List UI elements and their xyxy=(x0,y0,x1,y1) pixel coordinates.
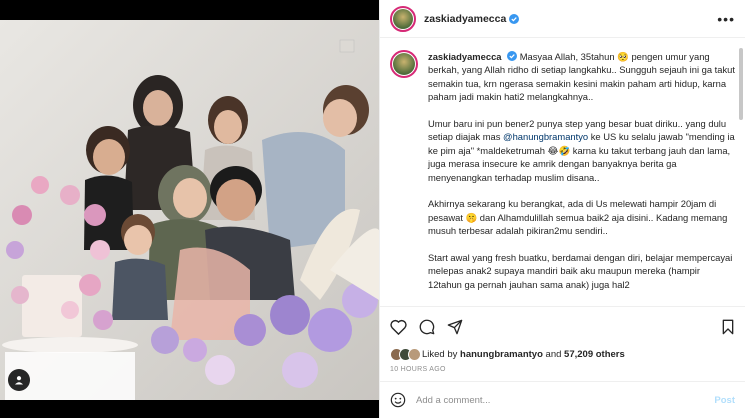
likes-prefix: Liked by xyxy=(422,348,458,360)
verified-icon xyxy=(509,13,520,24)
avatar[interactable] xyxy=(390,5,416,32)
likes-count-link[interactable]: 57,209 others xyxy=(564,349,625,360)
post-photo[interactable] xyxy=(0,0,379,418)
comment-input[interactable] xyxy=(416,394,715,406)
comment-icon[interactable] xyxy=(419,319,435,335)
action-bar xyxy=(380,306,745,346)
comment-box: Post xyxy=(380,381,745,418)
post-panel: zaskiadyamecca ••• zaskiadyamecca Masyaa… xyxy=(379,0,745,418)
likes-row: Liked by hanungbramantyo and 57,209 othe… xyxy=(380,346,745,362)
verified-icon xyxy=(507,51,518,61)
liker-avatars[interactable] xyxy=(390,347,421,361)
post-view: zaskiadyamecca ••• zaskiadyamecca Masyaa… xyxy=(0,0,745,418)
family-photo-illustration xyxy=(0,0,379,418)
caption-area[interactable]: zaskiadyamecca Masyaa Allah, 35tahun 🥺 p… xyxy=(380,38,745,306)
caption-username[interactable]: zaskiadyamecca xyxy=(428,51,502,62)
more-horizontal-icon[interactable]: ••• xyxy=(717,11,735,27)
post-timestamp[interactable]: 10 HOURS AGO xyxy=(380,362,745,381)
caption-paragraph-4: Start awal yang fresh buatku, berdamai d… xyxy=(428,252,733,290)
username-link[interactable]: zaskiadyamecca xyxy=(424,13,506,25)
user-tag-icon[interactable] xyxy=(8,369,30,391)
emoji-icon[interactable] xyxy=(390,392,406,408)
post-header: zaskiadyamecca ••• xyxy=(380,0,745,38)
likes-joiner: and xyxy=(545,348,562,360)
like-icon[interactable] xyxy=(390,319,407,335)
liker-username-link[interactable]: hanungbramantyo xyxy=(460,349,543,360)
caption-text: zaskiadyamecca Masyaa Allah, 35tahun 🥺 p… xyxy=(428,50,735,305)
share-icon[interactable] xyxy=(447,319,463,335)
save-icon[interactable] xyxy=(721,319,735,335)
caption-paragraph-3: Akhirnya sekarang ku berangkat, ada di U… xyxy=(428,198,728,237)
caption-avatar[interactable] xyxy=(390,50,418,78)
scrollbar[interactable] xyxy=(739,48,743,120)
mention-link[interactable]: @hanungbramantyo xyxy=(503,131,588,142)
post-comment-button[interactable]: Post xyxy=(714,395,735,406)
